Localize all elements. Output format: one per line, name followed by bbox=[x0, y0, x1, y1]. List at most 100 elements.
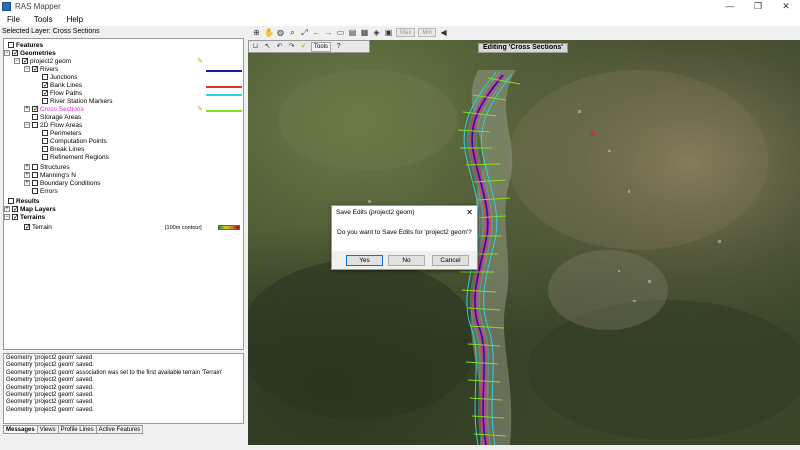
expand-icon[interactable]: + bbox=[24, 180, 30, 186]
tree-item-mannings-n[interactable]: + Manning's N bbox=[24, 171, 76, 179]
junctions-checkbox[interactable] bbox=[42, 74, 48, 80]
back-arrow-icon[interactable]: ← bbox=[312, 28, 321, 37]
tree-item-perimeters[interactable]: Perimeters bbox=[42, 129, 81, 137]
redo-icon[interactable]: ↷ bbox=[287, 42, 296, 51]
2d-flow-areas-checkbox[interactable] bbox=[32, 122, 38, 128]
pointer-icon[interactable]: ↖ bbox=[263, 42, 272, 51]
editing-banner: Editing 'Cross Sections' bbox=[478, 43, 568, 53]
perimeters-checkbox[interactable] bbox=[42, 130, 48, 136]
bank-line-swatch bbox=[206, 86, 242, 88]
menu-file[interactable]: File bbox=[0, 15, 27, 24]
cross-sections-checkbox[interactable] bbox=[32, 105, 39, 113]
geometries-checkbox[interactable] bbox=[12, 49, 19, 57]
help-button[interactable]: ? bbox=[334, 42, 343, 51]
select-tool-icon[interactable]: ⊔ bbox=[251, 42, 260, 51]
tree-item-geometries[interactable]: −Geometries bbox=[4, 49, 56, 57]
tree-item-bank-lines[interactable]: Bank Lines bbox=[42, 81, 82, 89]
globe-icon[interactable]: ◍ bbox=[276, 28, 285, 37]
map-layers-checkbox[interactable] bbox=[12, 205, 19, 213]
close-button[interactable]: ✕ bbox=[772, 0, 800, 12]
tree-item-river-station-markers[interactable]: River Station Markers bbox=[42, 97, 113, 105]
ruler-icon[interactable]: ▭ bbox=[336, 28, 345, 37]
results-checkbox[interactable] bbox=[8, 198, 14, 204]
tree-item-terrain[interactable]: Terrain bbox=[24, 223, 52, 231]
tools-dropdown[interactable]: Tools bbox=[311, 41, 332, 52]
tree-item-structures[interactable]: + Structures bbox=[24, 163, 70, 171]
boundary-conditions-checkbox[interactable] bbox=[32, 180, 38, 186]
terrains-checkbox[interactable] bbox=[12, 213, 19, 221]
tree-item-results[interactable]: Results bbox=[8, 197, 39, 205]
min-button[interactable]: Min bbox=[418, 28, 437, 37]
expand-icon[interactable]: + bbox=[24, 106, 30, 112]
tree-item-terrains[interactable]: −Terrains bbox=[4, 213, 45, 221]
tree-item-flow-paths[interactable]: Flow Paths bbox=[42, 89, 82, 97]
message-line: Geometry 'project2 geom' saved. bbox=[6, 362, 94, 369]
expand-icon[interactable]: − bbox=[24, 122, 30, 128]
errors-checkbox[interactable] bbox=[32, 188, 38, 194]
refinement-regions-checkbox[interactable] bbox=[42, 154, 48, 160]
tree-item-cross-sections[interactable]: +Cross Sections bbox=[24, 105, 84, 113]
tree-item-2d-flow-areas[interactable]: −2D Flow Areas bbox=[24, 121, 82, 129]
eraser-icon[interactable]: ◈ bbox=[372, 28, 381, 37]
main-toolbar: ⊕ ✋ ◍ ⌕ ⤢ ← → ▭ ▤ ▦ ◈ ▣ Max Min ◀ bbox=[248, 26, 800, 39]
expand-icon[interactable]: − bbox=[4, 214, 10, 220]
tab-messages[interactable]: Messages bbox=[3, 425, 38, 434]
tree-item-storage-areas[interactable]: Storage Areas bbox=[32, 113, 81, 121]
computation-points-checkbox[interactable] bbox=[42, 138, 48, 144]
maximize-button[interactable]: ❐ bbox=[744, 0, 772, 12]
tree-item-junctions[interactable]: Junctions bbox=[42, 73, 77, 81]
tab-active-features[interactable]: Active Features bbox=[95, 425, 144, 434]
forward-arrow-icon[interactable]: → bbox=[324, 28, 333, 37]
mannings-n-checkbox[interactable] bbox=[32, 172, 38, 178]
tree-item-features[interactable]: Features bbox=[8, 41, 43, 49]
layers-icon[interactable]: ▦ bbox=[360, 28, 369, 37]
expand-icon[interactable]: + bbox=[24, 172, 30, 178]
tab-profile-lines[interactable]: Profile Lines bbox=[57, 425, 97, 434]
animation-icon[interactable]: ◀ bbox=[439, 28, 448, 37]
measure-icon[interactable]: ▣ bbox=[384, 28, 393, 37]
bank-lines-checkbox[interactable] bbox=[42, 81, 49, 89]
river-station-markers-checkbox[interactable] bbox=[42, 98, 48, 104]
expand-icon[interactable]: + bbox=[4, 206, 10, 212]
pan-icon[interactable]: ✋ bbox=[264, 28, 274, 37]
minimize-button[interactable]: — bbox=[716, 0, 744, 12]
full-extent-icon[interactable]: ⤢ bbox=[300, 28, 309, 37]
no-button[interactable]: No bbox=[388, 255, 425, 266]
expand-icon[interactable]: − bbox=[24, 66, 30, 72]
undo-icon[interactable]: ↶ bbox=[275, 42, 284, 51]
edit-vertex-icon[interactable]: ✓ bbox=[299, 42, 308, 51]
flow-paths-checkbox[interactable] bbox=[42, 89, 49, 97]
max-button[interactable]: Max bbox=[396, 28, 416, 37]
expand-icon[interactable]: + bbox=[24, 164, 30, 170]
tree-item-project2-geom[interactable]: −project2 geom bbox=[14, 57, 71, 65]
profile-plot-icon[interactable]: ▤ bbox=[348, 28, 357, 37]
window-title: RAS Mapper bbox=[15, 1, 61, 11]
dialog-close-icon[interactable]: ✕ bbox=[466, 206, 473, 220]
tree-item-rivers[interactable]: −Rivers bbox=[24, 65, 58, 73]
yes-button[interactable]: Yes bbox=[346, 255, 383, 266]
tree-item-break-lines[interactable]: Break Lines bbox=[42, 145, 84, 153]
tree-item-refinement-regions[interactable]: Refinement Regions bbox=[42, 153, 109, 161]
expand-icon[interactable]: − bbox=[14, 58, 20, 64]
selected-layer-label: Selected Layer: Cross Sections bbox=[2, 28, 100, 35]
expand-icon[interactable]: − bbox=[4, 50, 10, 56]
break-lines-checkbox[interactable] bbox=[42, 146, 48, 152]
tree-item-computation-points[interactable]: Computation Points bbox=[42, 137, 107, 145]
menu-tools[interactable]: Tools bbox=[27, 15, 60, 24]
storage-areas-checkbox[interactable] bbox=[32, 114, 38, 120]
tree-item-boundary-conditions[interactable]: + Boundary Conditions bbox=[24, 179, 100, 187]
cancel-button[interactable]: Cancel bbox=[432, 255, 469, 266]
menu-help[interactable]: Help bbox=[60, 15, 90, 24]
structures-checkbox[interactable] bbox=[32, 164, 38, 170]
zoom-in-icon[interactable]: ⊕ bbox=[252, 28, 261, 37]
rivers-checkbox[interactable] bbox=[32, 65, 39, 73]
features-checkbox[interactable] bbox=[8, 42, 14, 48]
edit-pencil-icon[interactable]: ✎ bbox=[197, 105, 203, 113]
tree-item-errors[interactable]: Errors bbox=[32, 187, 58, 195]
zoom-area-icon[interactable]: ⌕ bbox=[288, 28, 297, 37]
terrain-checkbox[interactable] bbox=[24, 223, 31, 231]
edit-pencil-icon[interactable]: ✎ bbox=[197, 57, 203, 65]
project2-geom-checkbox[interactable] bbox=[22, 57, 29, 65]
tab-views[interactable]: Views bbox=[36, 425, 59, 434]
tree-item-map-layers[interactable]: +Map Layers bbox=[4, 205, 56, 213]
